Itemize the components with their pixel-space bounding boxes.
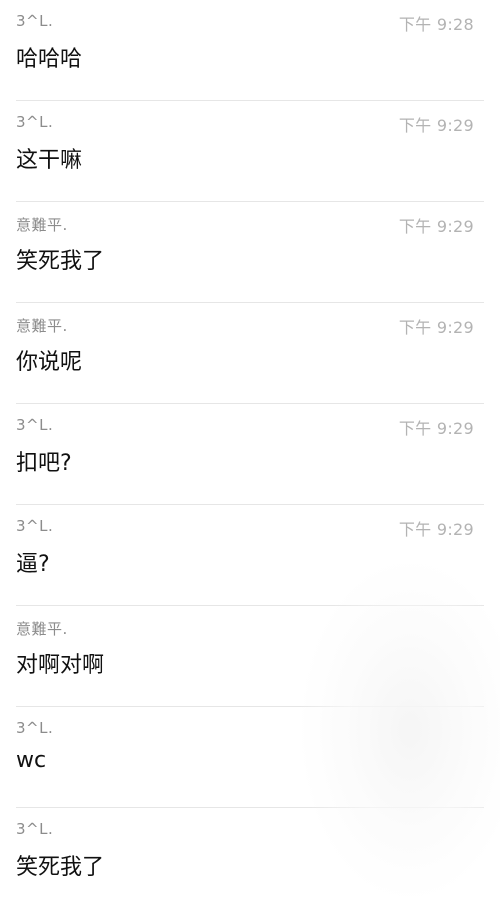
message-text: 这干嘛	[16, 148, 83, 173]
message-item[interactable]: 3^L. 笑死我了	[0, 808, 500, 909]
message-text: 你说呢	[16, 350, 83, 375]
message-time: 下午 9:29	[398, 419, 474, 438]
message-sender: 意難平.	[16, 216, 68, 234]
message-sender: 意難平.	[16, 317, 68, 335]
message-sender: 3^L.	[16, 517, 54, 535]
message-text: 逼?	[16, 552, 50, 577]
message-text: 对啊对啊	[16, 653, 105, 678]
message-item[interactable]: 3^L. 下午 9:29 这干嘛	[0, 101, 500, 202]
message-item[interactable]: 3^L. wc	[0, 707, 500, 808]
message-text: wc	[16, 748, 47, 773]
message-item[interactable]: 意難平. 下午 9:29 你说呢	[0, 303, 500, 404]
message-time: 下午 9:29	[398, 520, 474, 539]
message-text: 笑死我了	[16, 855, 105, 880]
message-sender: 3^L.	[16, 113, 54, 131]
message-item[interactable]: 意難平. 下午 9:29 笑死我了	[0, 202, 500, 303]
message-text: 哈哈哈	[16, 47, 83, 72]
message-item[interactable]: 3^L. 下午 9:29 逼?	[0, 505, 500, 606]
message-sender: 3^L.	[16, 820, 54, 838]
message-text: 扣吧?	[16, 451, 72, 476]
message-sender: 3^L.	[16, 416, 54, 434]
message-time: 下午 9:29	[398, 217, 474, 236]
message-sender: 3^L.	[16, 12, 54, 30]
message-time: 下午 9:29	[398, 116, 474, 135]
message-time: 下午 9:28	[398, 15, 474, 34]
message-text: 笑死我了	[16, 249, 105, 274]
message-item[interactable]: 意難平. 对啊对啊	[0, 606, 500, 707]
chat-message-list[interactable]: 3^L. 下午 9:28 哈哈哈 3^L. 下午 9:29 这干嘛 意難平. 下…	[0, 0, 500, 901]
message-sender: 3^L.	[16, 719, 54, 737]
message-item[interactable]: 3^L. 下午 9:28 哈哈哈	[0, 0, 500, 101]
message-sender: 意難平.	[16, 620, 68, 638]
message-item[interactable]: 3^L. 下午 9:29 扣吧?	[0, 404, 500, 505]
message-time: 下午 9:29	[398, 318, 474, 337]
